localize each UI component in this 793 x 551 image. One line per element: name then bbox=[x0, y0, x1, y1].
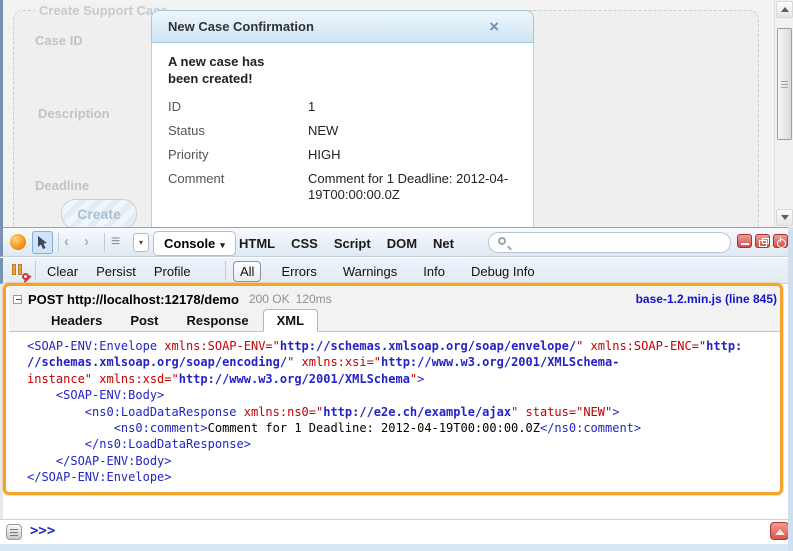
profile-button[interactable]: Profile bbox=[154, 264, 191, 279]
dialog-row-value: 1 bbox=[308, 99, 517, 115]
web-page-area: Create Support Case Case ID Description … bbox=[0, 0, 793, 227]
screen: Create Support Case Case ID Description … bbox=[0, 0, 793, 551]
command-line-row: >>> bbox=[0, 520, 793, 544]
dialog-row-value: NEW bbox=[308, 123, 517, 139]
search-input[interactable] bbox=[515, 234, 720, 251]
tab-net[interactable]: Net bbox=[433, 236, 454, 251]
open-command-editor-icon[interactable] bbox=[770, 522, 789, 540]
field-label-deadline: Deadline bbox=[35, 178, 89, 193]
tab-css[interactable]: CSS bbox=[291, 236, 318, 251]
console-filters: All Errors Warnings Info Debug Info bbox=[233, 258, 541, 284]
console-panel: POST http://localhost:12178/demo 200 OK … bbox=[0, 284, 793, 519]
dialog-row-label: Priority bbox=[168, 147, 308, 163]
request-detail-tabs: HeadersPostResponseXML bbox=[37, 309, 318, 332]
filter-all[interactable]: All bbox=[233, 261, 261, 282]
dialog-row: CommentComment for 1 Deadline: 2012-04-1… bbox=[152, 167, 533, 207]
search-box[interactable] bbox=[488, 232, 731, 253]
detach-window-icon[interactable] bbox=[755, 234, 770, 248]
command-options-icon[interactable] bbox=[6, 524, 22, 540]
back-icon[interactable]: ‹ bbox=[64, 233, 69, 250]
toolbar-dropdown-icon[interactable]: ▾ bbox=[133, 233, 149, 252]
search-icon bbox=[498, 237, 506, 245]
persist-button[interactable]: Persist bbox=[96, 264, 136, 279]
console-toolbar: Clear Persist Profile All Errors Warnings Inf… bbox=[0, 258, 793, 284]
xml-line: <SOAP-ENV:Body> bbox=[27, 387, 781, 403]
cursor-arrow-icon bbox=[38, 236, 49, 250]
create-button[interactable]: Create bbox=[61, 199, 137, 229]
forward-icon[interactable]: › bbox=[84, 233, 89, 250]
request-status: 200 OK bbox=[249, 292, 290, 306]
xml-line: instance" xmlns:xsd="http://www.w3.org/2… bbox=[27, 371, 781, 387]
filter-debug-info[interactable]: Debug Info bbox=[465, 262, 541, 281]
source-link[interactable]: base-1.2.min.js (line 845) bbox=[636, 292, 777, 306]
command-prompt: >>> bbox=[30, 523, 55, 539]
chevron-down-icon: ▾ bbox=[220, 240, 225, 250]
filter-warnings[interactable]: Warnings bbox=[337, 262, 403, 281]
xml-response-body: <SOAP-ENV:Envelope xmlns:SOAP-ENV="http:… bbox=[27, 338, 781, 486]
request-row[interactable]: POST http://localhost:12178/demo 200 OK … bbox=[13, 289, 777, 309]
xml-line: <ns0:LoadDataResponse xmlns:ns0="http://… bbox=[27, 404, 781, 420]
window-frame-right-lower bbox=[788, 227, 793, 551]
net-request-group: POST http://localhost:12178/demo 200 OK … bbox=[9, 286, 781, 332]
field-label-case-id: Case ID bbox=[35, 33, 83, 48]
tab-dom[interactable]: DOM bbox=[387, 236, 417, 251]
field-label-description: Description bbox=[38, 106, 110, 121]
filter-info[interactable]: Info bbox=[417, 262, 451, 281]
dialog-rows: ID1StatusNEWPriorityHIGHCommentComment f… bbox=[152, 95, 533, 207]
scroll-down-icon[interactable] bbox=[776, 209, 793, 226]
collapse-expander-icon[interactable] bbox=[13, 295, 22, 304]
dialog-row-value: Comment for 1 Deadline: 2012-04-19T00:00… bbox=[308, 171, 517, 203]
console-buttons: Clear Persist Profile bbox=[47, 258, 191, 284]
request-time: 120ms bbox=[296, 292, 332, 306]
command-input[interactable] bbox=[68, 522, 708, 541]
dialog-header: New Case Confirmation × bbox=[151, 10, 534, 43]
request-tab-xml[interactable]: XML bbox=[263, 309, 318, 332]
panel-tabs: HTML CSS Script DOM Net bbox=[239, 228, 454, 258]
dialog-row: PriorityHIGH bbox=[152, 143, 533, 167]
dialog-row: ID1 bbox=[152, 95, 533, 119]
tab-console[interactable]: Console▾ bbox=[153, 231, 236, 256]
xml-line: <SOAP-ENV:Envelope xmlns:SOAP-ENV="http:… bbox=[27, 338, 781, 354]
request-tab-post[interactable]: Post bbox=[116, 309, 172, 332]
scrollbar-thumb[interactable] bbox=[777, 28, 792, 140]
dialog-title: New Case Confirmation bbox=[168, 19, 314, 34]
dialog-row-label: Status bbox=[168, 123, 308, 139]
tab-html[interactable]: HTML bbox=[239, 236, 275, 251]
dialog-row: StatusNEW bbox=[152, 119, 533, 143]
firebug-icon[interactable] bbox=[10, 234, 26, 250]
request-tab-response[interactable]: Response bbox=[172, 309, 262, 332]
new-case-dialog: New Case Confirmation × A new case has b… bbox=[151, 10, 534, 227]
clear-button[interactable]: Clear bbox=[47, 264, 78, 279]
firebug-window-buttons bbox=[737, 234, 788, 248]
tab-script[interactable]: Script bbox=[334, 236, 371, 251]
xml-line: //schemas.xmlsoap.org/soap/encoding/" xm… bbox=[27, 354, 781, 370]
request-method-url: POST http://localhost:12178/demo bbox=[28, 292, 239, 307]
filter-errors[interactable]: Errors bbox=[275, 262, 322, 281]
dialog-body: A new case has been created! ID1StatusNE… bbox=[151, 43, 534, 227]
window-frame-bottom bbox=[0, 544, 793, 551]
inspect-element-icon[interactable] bbox=[32, 231, 53, 254]
firebug-main-toolbar: ‹ › ≡ ▾ Console▾ HTML CSS Script DOM Net bbox=[0, 227, 793, 257]
panel-list-icon[interactable]: ≡ bbox=[111, 233, 120, 251]
dialog-row-label: ID bbox=[168, 99, 308, 115]
xml-line: </SOAP-ENV:Envelope> bbox=[27, 469, 781, 485]
vertical-scrollbar[interactable] bbox=[774, 0, 793, 227]
dialog-message: A new case has been created! bbox=[152, 43, 332, 95]
xml-line: </ns0:LoadDataResponse> bbox=[27, 436, 781, 452]
minimize-icon[interactable] bbox=[737, 234, 752, 248]
xml-line: </SOAP-ENV:Body> bbox=[27, 453, 781, 469]
xml-line: <ns0:comment>Comment for 1 Deadline: 201… bbox=[27, 420, 781, 436]
close-icon[interactable]: × bbox=[489, 17, 499, 37]
dialog-row-label: Comment bbox=[168, 171, 308, 203]
deactivate-icon[interactable] bbox=[773, 234, 788, 248]
scroll-up-icon[interactable] bbox=[776, 1, 793, 18]
request-tab-headers[interactable]: Headers bbox=[37, 309, 116, 332]
break-on-errors-icon[interactable] bbox=[12, 264, 26, 278]
dialog-row-value: HIGH bbox=[308, 147, 517, 163]
